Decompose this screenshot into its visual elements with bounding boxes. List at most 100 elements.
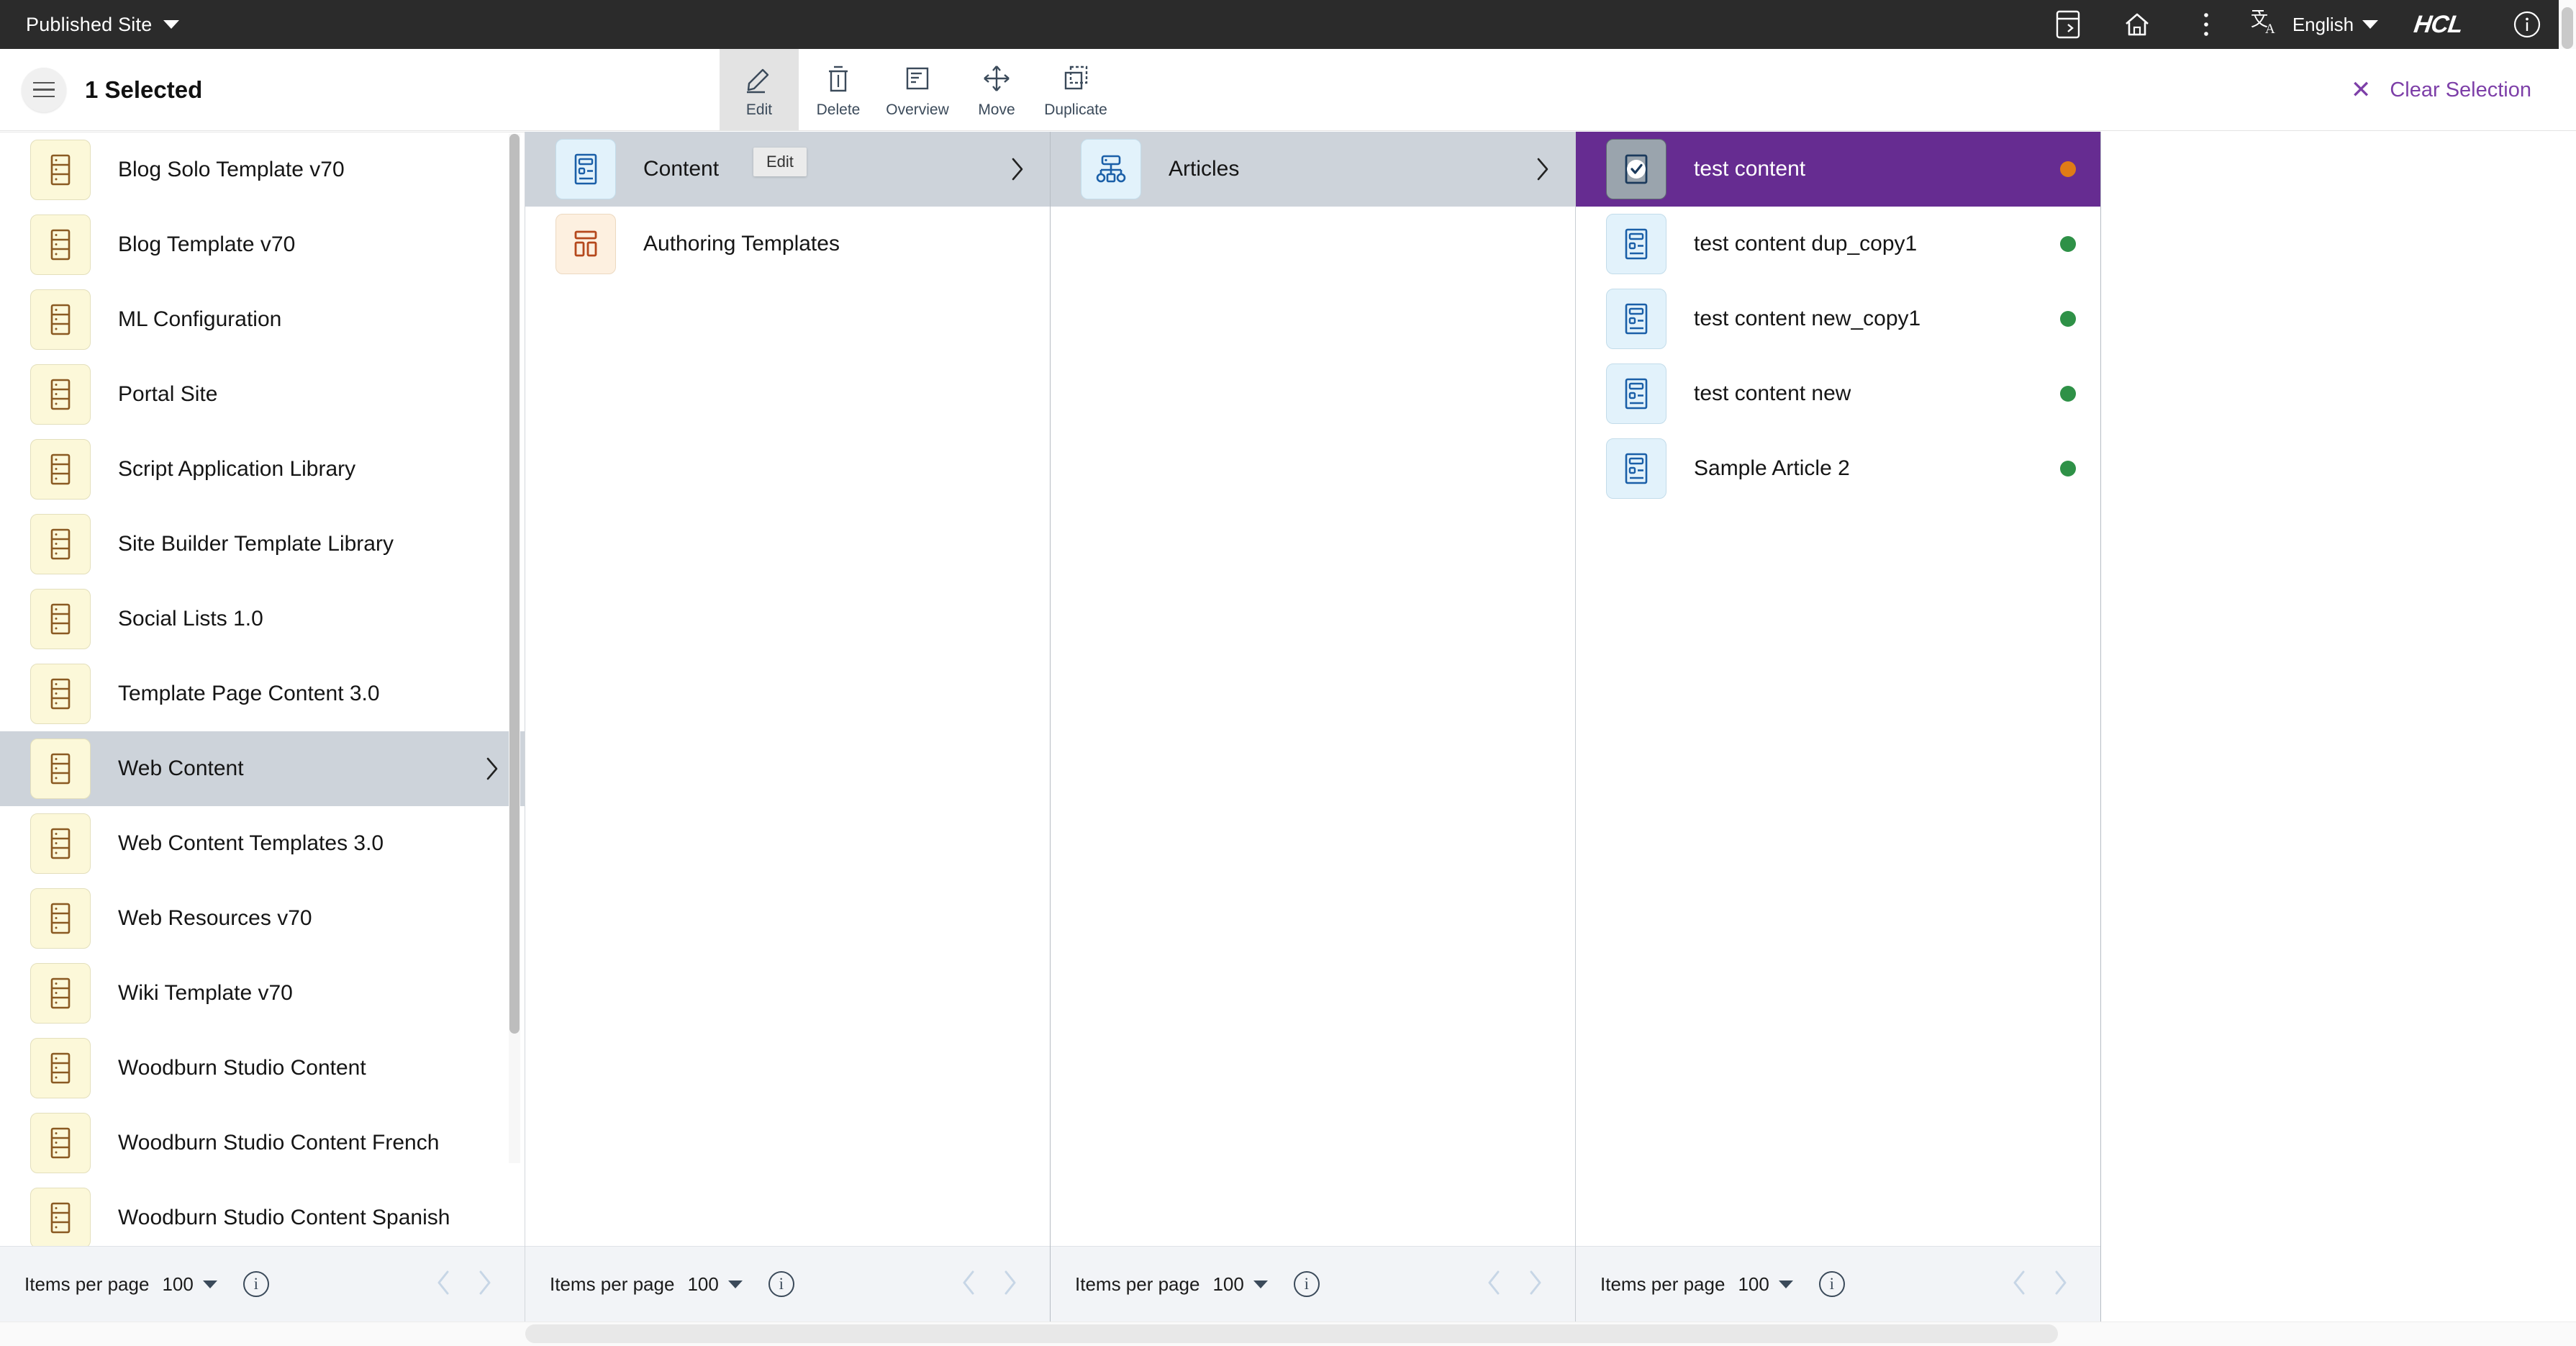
chevron-right-icon (1525, 1270, 1544, 1299)
list-item-icon-tile (30, 364, 91, 425)
duplicate-button[interactable]: Duplicate (1036, 49, 1115, 131)
list-item[interactable]: Wiki Template v70 (0, 956, 525, 1031)
previous-page-button[interactable] (949, 1264, 989, 1304)
library-icon (45, 751, 76, 786)
list-item-icon-tile (30, 888, 91, 949)
move-button[interactable]: Move (957, 49, 1036, 131)
chevron-right-icon[interactable] (1535, 156, 1551, 182)
library-icon (45, 901, 76, 936)
items-per-page-value: 100 (1212, 1273, 1244, 1295)
list-item[interactable]: Script Application Library (0, 432, 525, 507)
overview-button[interactable]: Overview (878, 49, 957, 131)
info-icon[interactable]: i (242, 1271, 269, 1297)
list-item-icon-tile (555, 214, 616, 274)
edit-button[interactable]: Edit (720, 49, 799, 131)
list-item[interactable]: Web Content (0, 731, 525, 806)
translate-icon: 文A (2251, 10, 2275, 37)
horizontal-scrollbar[interactable] (0, 1322, 2576, 1346)
home-icon[interactable] (2103, 0, 2172, 49)
items-per-page-select[interactable]: 100 (1725, 1273, 1793, 1296)
items-per-page-value: 100 (687, 1273, 719, 1295)
info-icon[interactable]: i (768, 1271, 794, 1297)
next-page-button[interactable] (989, 1264, 1030, 1304)
content-icon (1620, 376, 1652, 411)
list-item[interactable]: Woodburn Studio Content (0, 1031, 525, 1106)
info-icon[interactable]: i (1818, 1271, 1845, 1297)
scrollbar-thumb[interactable] (2562, 7, 2573, 49)
previous-page-button[interactable] (1474, 1264, 1515, 1304)
list-item[interactable]: Blog Template v70 (0, 207, 525, 282)
list-item[interactable]: Woodburn Studio Content Spanish (0, 1180, 525, 1246)
content-icon (1620, 227, 1652, 261)
next-page-button[interactable] (464, 1264, 504, 1304)
content-icon (570, 152, 602, 186)
list-item-icon-tile (1606, 438, 1666, 499)
list-item-icon-tile (30, 514, 91, 574)
overview-button-label: Overview (886, 101, 949, 118)
next-page-button[interactable] (1515, 1264, 1555, 1304)
status-badge (2060, 386, 2076, 402)
library-icon (45, 302, 76, 337)
list-item[interactable]: Web Content Templates 3.0 (0, 806, 525, 881)
items-per-page-select[interactable]: 100 (149, 1273, 217, 1296)
more-vertical-icon[interactable] (2172, 0, 2241, 49)
library-icon (45, 527, 76, 561)
info-icon[interactable]: i (1293, 1271, 1320, 1297)
trash-icon (829, 66, 848, 92)
selection-count-title: 1 Selected (85, 76, 203, 103)
previous-page-button[interactable] (424, 1264, 464, 1304)
column-scrollbar[interactable] (509, 134, 520, 1163)
window-scrollbar[interactable] (2559, 0, 2576, 49)
list-item[interactable]: ML Configuration (0, 282, 525, 357)
pencil-icon (747, 68, 769, 94)
list-item-icon-tile (1606, 363, 1666, 424)
list-item-icon-tile (555, 139, 616, 199)
edit-tooltip: Edit (753, 148, 807, 176)
items-per-page-select[interactable]: 100 (1199, 1273, 1268, 1296)
list-item-label: Woodburn Studio Content (118, 1056, 366, 1080)
list-item[interactable]: test content new_copy1 (1576, 281, 2100, 356)
list-item-label: Content (643, 157, 720, 181)
list-item[interactable]: Template Page Content 3.0 (0, 656, 525, 731)
list-item[interactable]: Sample Article 2 (1576, 431, 2100, 506)
list-item[interactable]: Social Lists 1.0 (0, 582, 525, 656)
previous-page-button[interactable] (2000, 1264, 2040, 1304)
clear-selection-button[interactable]: ✕ Clear Selection (2351, 49, 2531, 131)
info-icon[interactable] (2493, 0, 2562, 49)
move-button-label: Move (978, 101, 1015, 118)
list-item[interactable]: Articles (1051, 132, 1575, 207)
delete-button[interactable]: Delete (799, 49, 878, 131)
items-per-page-label: Items per page (24, 1273, 150, 1295)
list-item[interactable]: Web Resources v70 (0, 881, 525, 956)
list-item[interactable]: Authoring Templates (525, 207, 1050, 281)
chevron-right-icon[interactable] (484, 756, 500, 782)
list-item-icon-tile (1606, 139, 1666, 199)
language-selector[interactable]: 文A English (2241, 0, 2393, 49)
items-per-page-label: Items per page (550, 1273, 675, 1295)
chevron-left-icon (960, 1270, 979, 1299)
list-item[interactable]: test content (1576, 132, 2100, 207)
chevron-left-icon (2010, 1270, 2029, 1299)
status-badge (2060, 236, 2076, 252)
chevron-left-icon (435, 1270, 453, 1299)
list-item-icon-tile (30, 813, 91, 874)
list-item[interactable]: test content dup_copy1 (1576, 207, 2100, 281)
list-item[interactable]: Site Builder Template Library (0, 507, 525, 582)
list-item-label: Social Lists 1.0 (118, 607, 263, 631)
site-selector[interactable]: Published Site (0, 0, 180, 49)
list-item[interactable]: Woodburn Studio Content French (0, 1106, 525, 1180)
panel-toggle-icon[interactable] (2033, 0, 2103, 49)
chevron-right-icon[interactable] (1010, 156, 1025, 182)
content-icon (1620, 302, 1652, 336)
chevron-right-icon (1535, 155, 1551, 183)
items-per-page-select[interactable]: 100 (674, 1273, 743, 1296)
list-item[interactable]: Portal Site (0, 357, 525, 432)
list-item[interactable]: Blog Solo Template v70 (0, 132, 525, 207)
list-item[interactable]: test content new (1576, 356, 2100, 431)
hamburger-icon[interactable] (22, 67, 66, 112)
list-item-label: Web Content (118, 756, 244, 780)
scrollbar-thumb[interactable] (525, 1324, 2058, 1343)
scrollbar-thumb[interactable] (509, 134, 520, 1034)
status-badge (2060, 461, 2076, 476)
next-page-button[interactable] (2040, 1264, 2080, 1304)
